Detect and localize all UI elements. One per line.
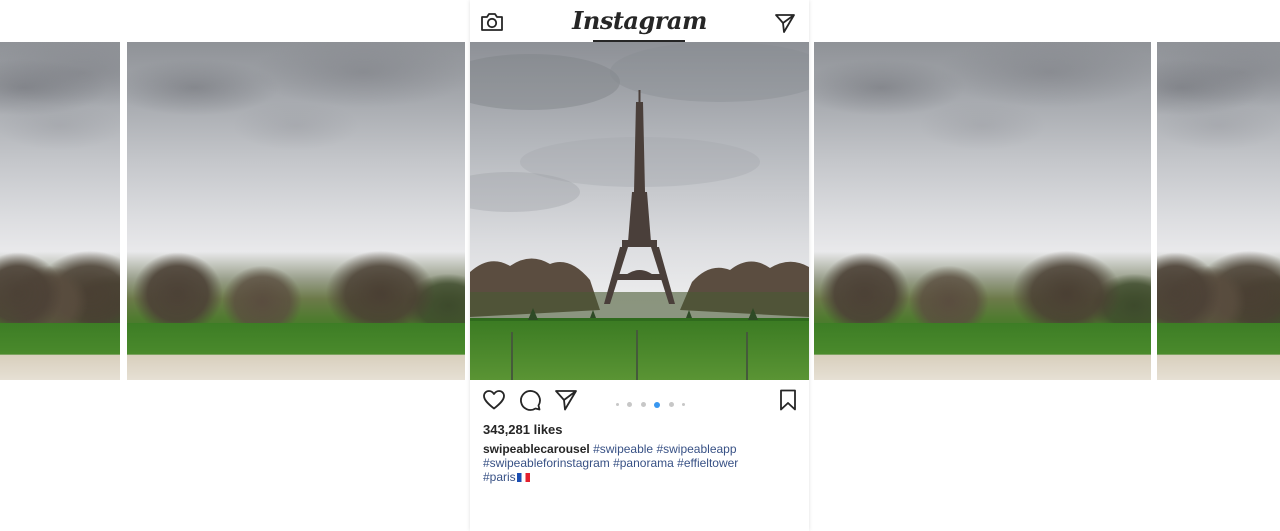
app-logo[interactable]: Instagram: [570, 6, 709, 35]
carousel-panel-right[interactable]: [814, 42, 1151, 380]
carousel-panel-left-far[interactable]: [0, 42, 120, 380]
carousel-dot: [627, 402, 633, 408]
hashtag-link[interactable]: #paris: [483, 470, 516, 484]
comment-icon[interactable]: [518, 388, 542, 412]
camera-icon[interactable]: [480, 12, 504, 32]
trees: [814, 244, 1151, 326]
carousel-dot-active: [654, 401, 661, 408]
post-caption: swipeablecarousel #swipeable #swipeablea…: [483, 442, 783, 484]
trees: [127, 244, 465, 326]
lawn: [814, 322, 1151, 380]
carousel-panel-right-far[interactable]: [1157, 42, 1280, 380]
hashtag-link[interactable]: #panorama: [613, 456, 674, 470]
carousel-panel-left[interactable]: [127, 42, 465, 380]
lawn: [0, 322, 120, 380]
bookmark-icon[interactable]: [776, 388, 800, 412]
carousel-indicator: [616, 396, 689, 408]
send-icon[interactable]: [554, 388, 578, 412]
hashtag-link[interactable]: #swipeable: [593, 442, 653, 456]
trees: [1157, 244, 1280, 326]
hashtag-link[interactable]: #effieltower: [677, 456, 738, 470]
like-count[interactable]: 343,281 likes: [483, 422, 563, 437]
france-flag-icon: [516, 473, 530, 482]
carousel-dot: [640, 402, 646, 408]
trees: [0, 244, 120, 326]
username-link[interactable]: swipeablecarousel: [483, 442, 590, 456]
lawn: [127, 322, 465, 380]
send-icon[interactable]: [774, 12, 796, 34]
app-header: Instagram: [470, 0, 809, 42]
carousel-dot: [682, 403, 686, 407]
lawn: [1157, 322, 1280, 380]
hashtag-link[interactable]: #swipeableforinstagram: [483, 456, 610, 470]
eiffel-tower-photo: [470, 42, 809, 380]
heart-icon[interactable]: [482, 388, 506, 412]
instagram-post-frame: Instagram 343,281 likes swipeablecarouse…: [470, 0, 809, 531]
hashtag-link[interactable]: #swipeableapp: [656, 442, 736, 456]
carousel-dot: [616, 403, 619, 407]
post-image[interactable]: [470, 42, 809, 380]
post-action-bar: [470, 384, 809, 416]
carousel-dot: [668, 402, 674, 408]
